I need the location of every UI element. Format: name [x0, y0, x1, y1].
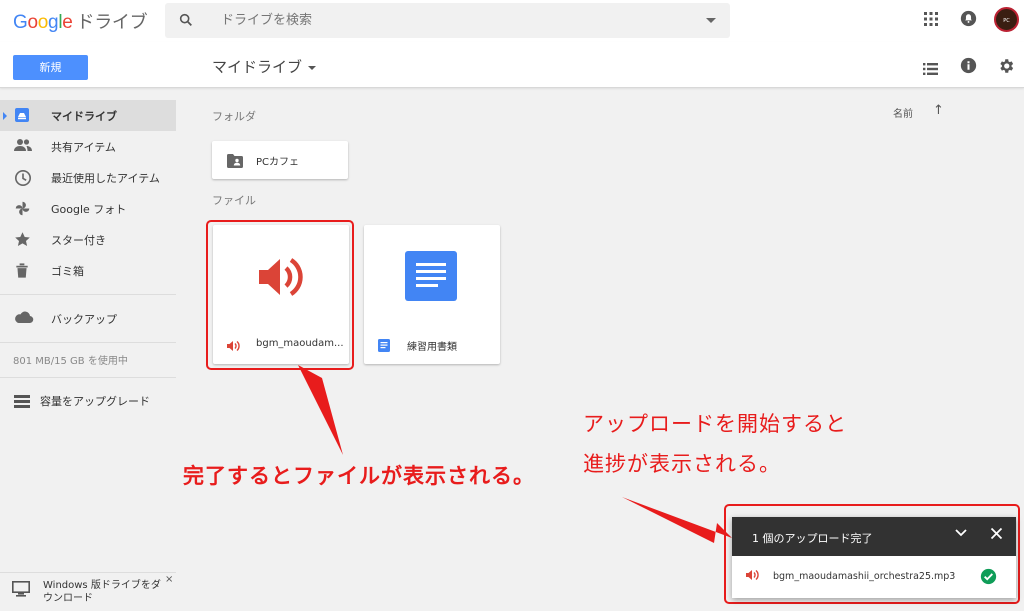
annotation-text: 進捗が表示される。	[583, 452, 781, 476]
annotation-text: 完了するとファイルが表示される。	[183, 464, 535, 488]
check-circle-icon	[980, 568, 997, 588]
arrow-to-file	[298, 365, 343, 455]
arrow-to-panel	[622, 497, 732, 543]
upload-status-title: 1 個のアップロード完了	[752, 532, 873, 545]
upload-progress-panel: 1 個のアップロード完了 bgm_maoudamashii_orchestra2…	[732, 517, 1016, 598]
collapse-chevron-icon[interactable]	[954, 528, 968, 541]
upload-row[interactable]: bgm_maoudamashii_orchestra25.mp3	[732, 556, 1016, 598]
upload-file-name: bgm_maoudamashii_orchestra25.mp3	[773, 571, 956, 582]
close-icon[interactable]	[990, 526, 1003, 544]
upload-panel-header: 1 個のアップロード完了	[732, 517, 1016, 556]
audio-file-icon	[746, 569, 760, 584]
annotation-text: アップロードを開始すると	[583, 412, 847, 436]
